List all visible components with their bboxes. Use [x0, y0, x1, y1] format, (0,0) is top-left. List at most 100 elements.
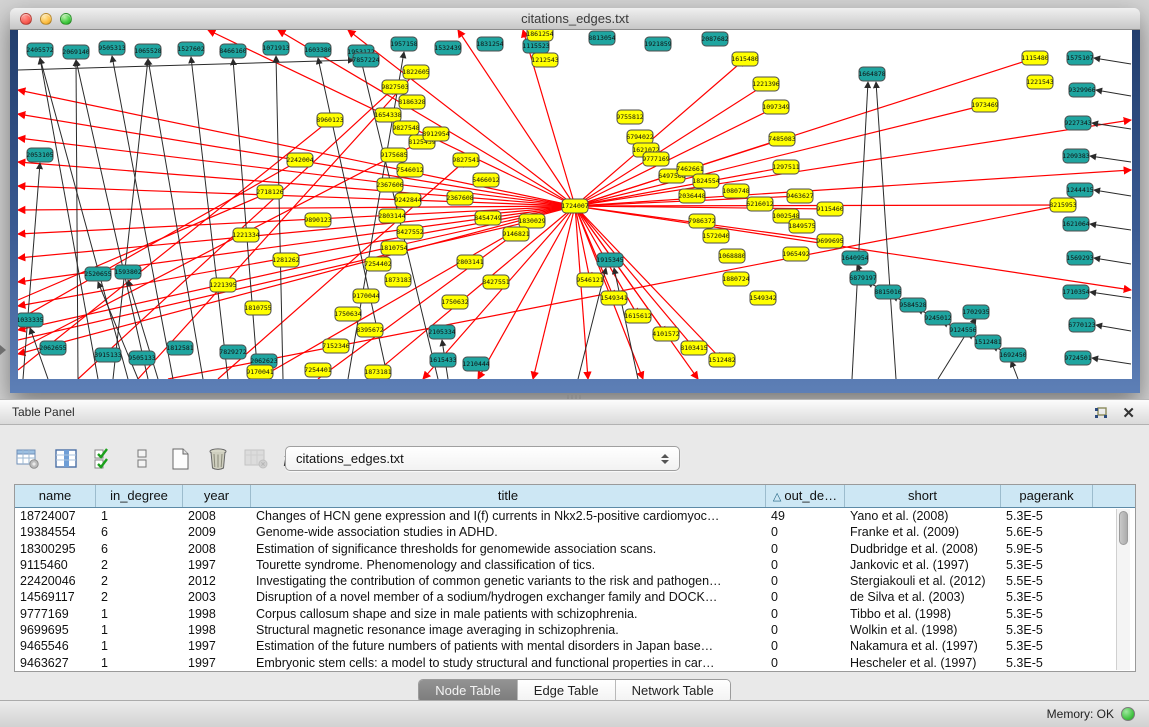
graph-edge[interactable]: [23, 163, 40, 379]
graph-edge[interactable]: [1094, 58, 1131, 64]
new-table-icon[interactable]: [166, 444, 194, 474]
table-row[interactable]: 1830029562008Estimation of significance …: [15, 541, 1116, 557]
graph-node[interactable]: 7254401: [304, 363, 331, 377]
table-row[interactable]: 1872400712008Changes of HCN gene express…: [15, 508, 1116, 524]
graph-node[interactable]: 2069140: [62, 45, 89, 59]
table-row[interactable]: 946554611997Estimation of the future num…: [15, 638, 1116, 654]
graph-node[interactable]: 1068880: [718, 249, 745, 263]
cell-in_degree[interactable]: 2: [96, 573, 183, 589]
graph-node[interactable]: 1221543: [1026, 75, 1053, 89]
cell-name[interactable]: 18300295: [15, 541, 96, 557]
graph-node[interactable]: 7485083: [768, 132, 795, 146]
graph-node[interactable]: 2367606: [376, 178, 403, 192]
graph-node[interactable]: 1569293: [1066, 251, 1093, 265]
cell-out_degree[interactable]: 0: [766, 524, 845, 540]
graph-node[interactable]: 1221396: [752, 77, 779, 91]
graph-node[interactable]: 9827541: [452, 153, 479, 167]
graph-node[interactable]: 1921859: [644, 37, 671, 51]
graph-edge[interactable]: [148, 59, 203, 379]
cell-title[interactable]: Investigating the contribution of common…: [251, 573, 766, 589]
graph-node[interactable]: 1957158: [390, 37, 417, 51]
column-header-short[interactable]: short: [845, 485, 1001, 507]
graph-edge[interactable]: [76, 60, 148, 379]
graph-node[interactable]: 8186328: [398, 95, 425, 109]
graph-node[interactable]: 9227343: [1064, 116, 1091, 130]
cell-year[interactable]: 1998: [183, 606, 251, 622]
cell-title[interactable]: Tourette syndrome. Phenomenology and cla…: [251, 557, 766, 573]
cell-pagerank[interactable]: 5.3E-5: [1001, 638, 1093, 654]
cell-pagerank[interactable]: 5.3E-5: [1001, 508, 1093, 524]
cell-short[interactable]: Wolkin et al. (1998): [845, 622, 1001, 638]
cell-short[interactable]: Yano et al. (2008): [845, 508, 1001, 524]
table-row[interactable]: 977716911998Corpus callosum shape and si…: [15, 606, 1116, 622]
cell-in_degree[interactable]: 2: [96, 557, 183, 573]
graph-node[interactable]: 1572040: [702, 229, 729, 243]
graph-node[interactable]: 1692450: [999, 348, 1026, 362]
graph-node[interactable]: 6770123: [1068, 318, 1095, 332]
graph-node[interactable]: 1640954: [841, 251, 868, 265]
graph-node[interactable]: 2405572: [26, 43, 53, 57]
graph-node[interactable]: 8466160: [219, 44, 246, 58]
graph-node[interactable]: 2718126: [256, 185, 283, 199]
network-canvas[interactable]: 2405572206914095053131065528152760284661…: [18, 30, 1132, 379]
cell-title[interactable]: Corpus callosum shape and size in male p…: [251, 606, 766, 622]
graph-node[interactable]: 8960123: [316, 113, 343, 127]
graph-node[interactable]: 1071913: [262, 41, 289, 55]
cell-name[interactable]: 22420046: [15, 573, 96, 589]
graph-edge[interactable]: [276, 56, 283, 379]
cell-out_degree[interactable]: 0: [766, 606, 845, 622]
graph-edge[interactable]: [112, 56, 173, 379]
graph-node[interactable]: 1603380: [304, 43, 331, 57]
graph-node[interactable]: 9505133: [128, 351, 155, 365]
cell-pagerank[interactable]: 5.3E-5: [1001, 655, 1093, 671]
graph-node[interactable]: 1810754: [380, 241, 407, 255]
graph-node[interactable]: 8103415: [680, 341, 707, 355]
cell-pagerank[interactable]: 5.3E-5: [1001, 589, 1093, 605]
graph-edge[interactable]: [1096, 90, 1131, 96]
cell-year[interactable]: 1997: [183, 557, 251, 573]
column-header-name[interactable]: name: [15, 485, 96, 507]
graph-node[interactable]: 1593802: [114, 265, 141, 279]
graph-node[interactable]: 9890123: [304, 213, 331, 227]
window-titlebar[interactable]: citations_edges.txt: [10, 8, 1140, 30]
graph-node[interactable]: 2053105: [26, 148, 53, 162]
cell-name[interactable]: 9463627: [15, 655, 96, 671]
graph-node[interactable]: 2367608: [446, 191, 473, 205]
graph-node[interactable]: 9755812: [616, 110, 643, 124]
graph-node[interactable]: 1532439: [434, 41, 461, 55]
graph-node[interactable]: 1873181: [364, 365, 391, 379]
cell-name[interactable]: 9777169: [15, 606, 96, 622]
graph-node[interactable]: 2105334: [428, 325, 455, 339]
cell-pagerank[interactable]: 5.5E-5: [1001, 573, 1093, 589]
column-header-out_degree[interactable]: △out_de…: [766, 485, 845, 507]
graph-edge[interactable]: [1096, 325, 1131, 331]
cell-pagerank[interactable]: 5.6E-5: [1001, 524, 1093, 540]
graph-node[interactable]: 1512481: [974, 335, 1001, 349]
cell-year[interactable]: 2008: [183, 508, 251, 524]
graph-edge[interactable]: [76, 60, 78, 379]
graph-node[interactable]: 6216012: [746, 197, 773, 211]
graph-node[interactable]: 2520655: [84, 267, 111, 281]
graph-edge[interactable]: [533, 206, 575, 379]
cell-pagerank[interactable]: 5.3E-5: [1001, 606, 1093, 622]
graph-node[interactable]: 7254402: [364, 257, 391, 271]
cell-pagerank[interactable]: 5.3E-5: [1001, 622, 1093, 638]
cell-year[interactable]: 1997: [183, 655, 251, 671]
column-header-pagerank[interactable]: pagerank: [1001, 485, 1093, 507]
graph-node[interactable]: 6794022: [626, 130, 653, 144]
graph-node[interactable]: 1724007: [561, 199, 588, 213]
cell-title[interactable]: Genome-wide association studies in ADHD.: [251, 524, 766, 540]
graph-node[interactable]: 1621064: [1062, 217, 1089, 231]
graph-node[interactable]: 1750634: [334, 307, 361, 321]
cell-short[interactable]: Dudbridge et al. (2008): [845, 541, 1001, 557]
graph-edge[interactable]: [40, 58, 128, 379]
cell-in_degree[interactable]: 1: [96, 638, 183, 654]
graph-node[interactable]: 8813054: [588, 31, 615, 45]
graph-edge[interactable]: [575, 206, 666, 334]
graph-node[interactable]: 9699695: [816, 234, 843, 248]
graph-node[interactable]: 9124556: [949, 323, 976, 337]
cell-out_degree[interactable]: 0: [766, 655, 845, 671]
graph-node[interactable]: 1831254: [476, 37, 503, 51]
graph-edge[interactable]: [1090, 292, 1131, 298]
cell-year[interactable]: 1998: [183, 622, 251, 638]
